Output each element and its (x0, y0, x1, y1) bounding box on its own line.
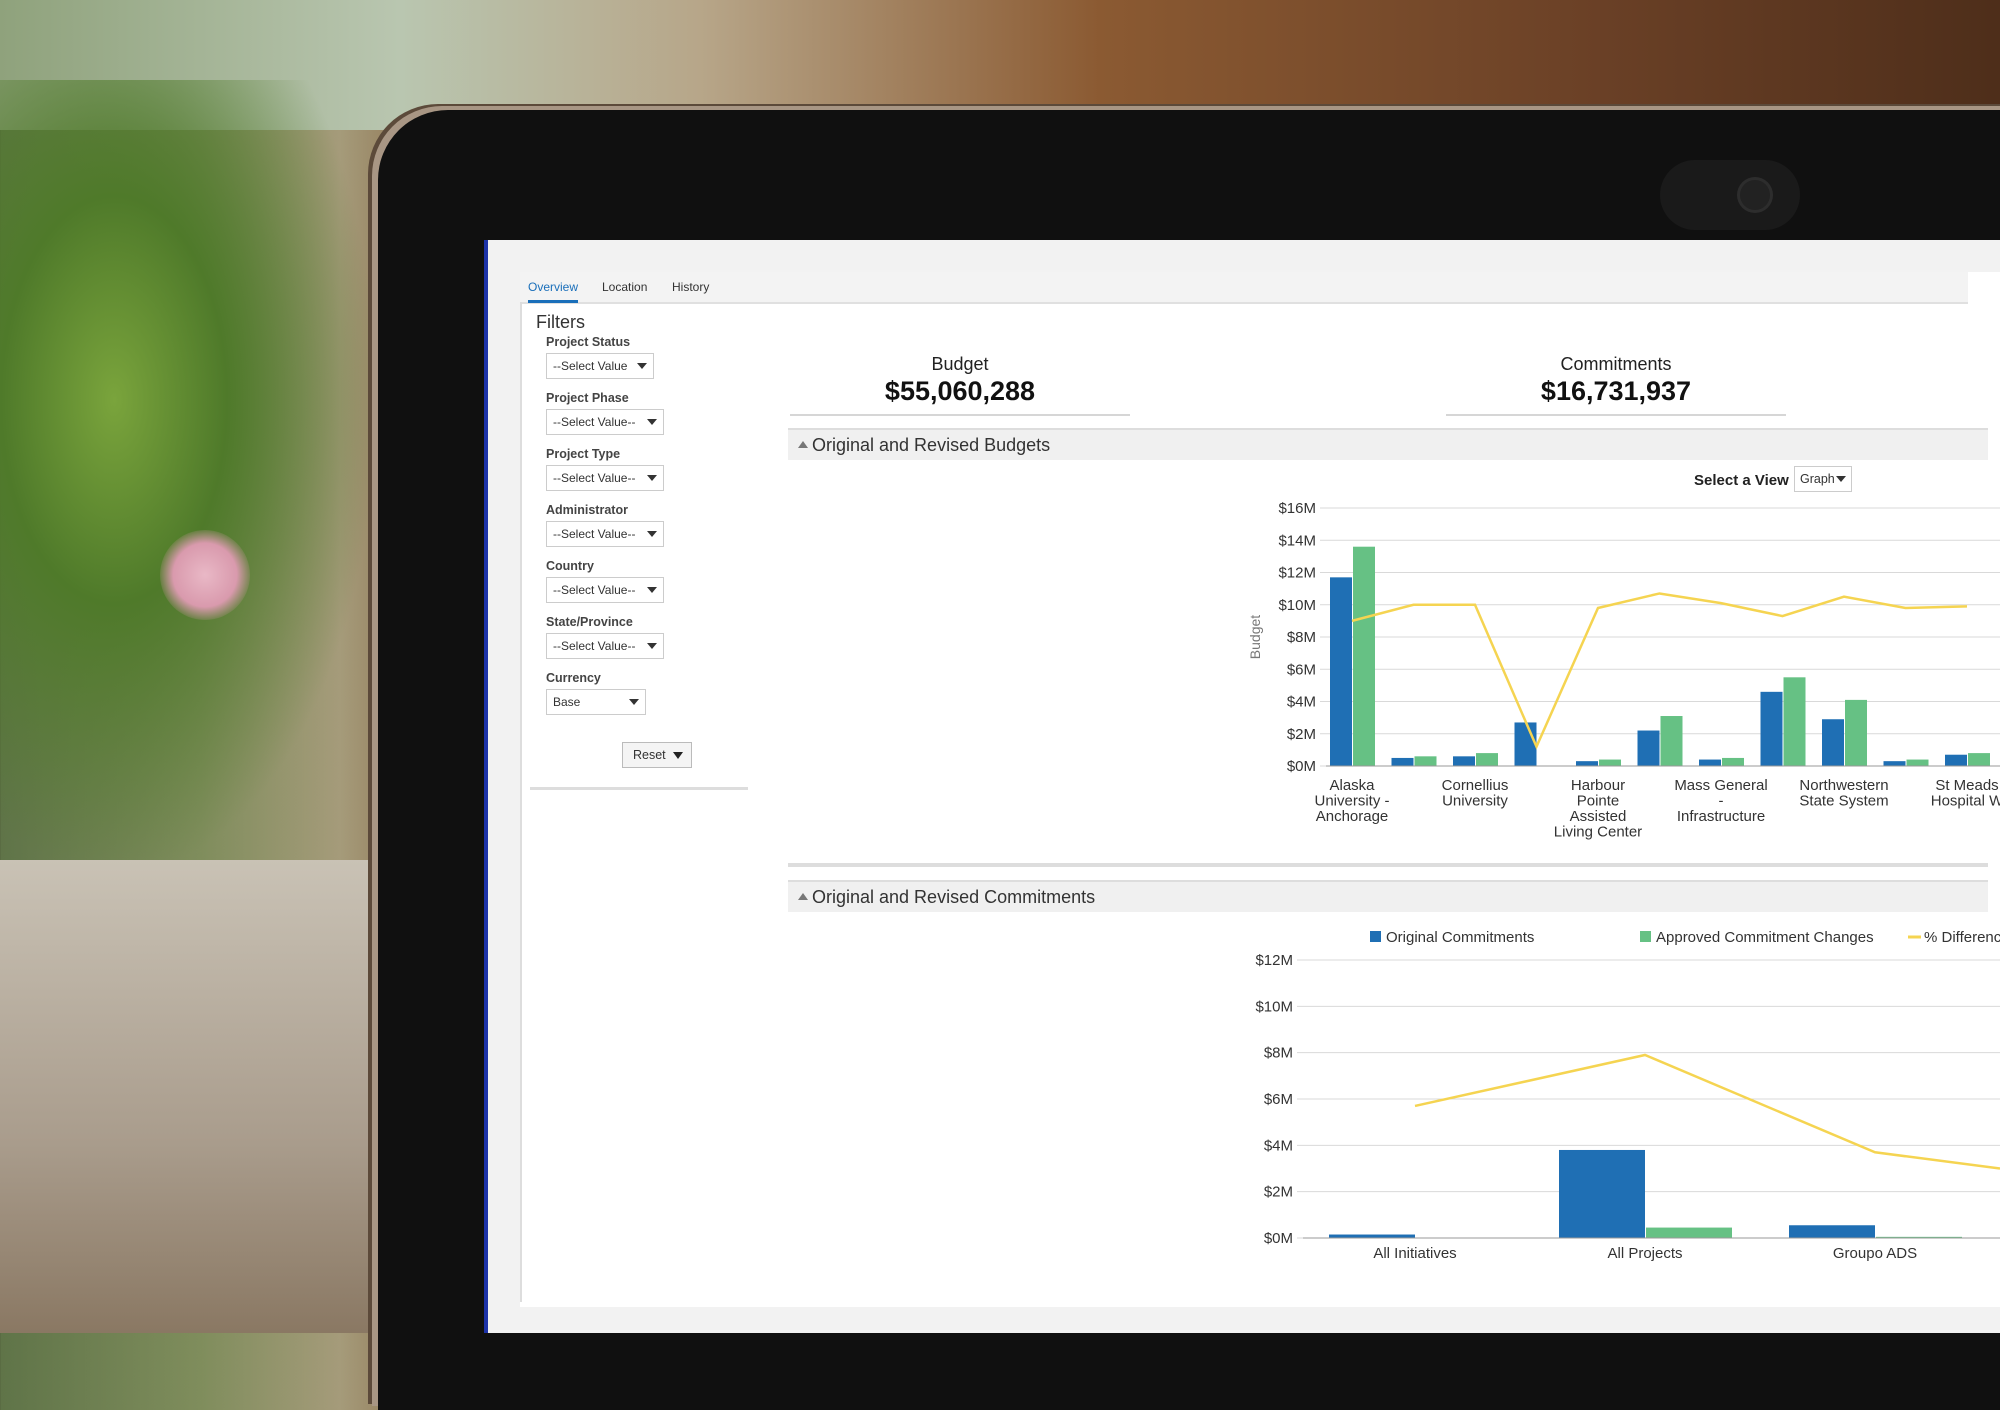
commitments-chart: $0M $2M $4M $6M $8M $10M $12M Original Commitme… (1255, 929, 2000, 1262)
background-pot (0, 860, 390, 1333)
y-tick-label: $12M (1255, 952, 1293, 969)
bar-original-commitments (1559, 1149, 1645, 1238)
y-tick-label: $2M (1264, 1184, 1293, 1201)
legend-label: % Differenc (1924, 929, 2000, 946)
legend-label: Approved Commitment Changes (1656, 929, 1874, 946)
x-tick-label: All Projects (1607, 1245, 1682, 1262)
x-tick-label: All Initiatives (1373, 1245, 1456, 1262)
legend-swatch (1640, 931, 1651, 942)
y-tick-label: $10M (1255, 998, 1293, 1015)
y-tick-label: $6M (1264, 1091, 1293, 1108)
bar-original-commitments (1329, 1234, 1415, 1238)
x-tick-label: Groupo ADS (1833, 1245, 1917, 1262)
legend-label: Original Commitments (1386, 929, 1534, 946)
webcam-cover (1660, 160, 1800, 230)
screen: Overview Location History Filters Projec… (488, 240, 2000, 1333)
difference-line (1414, 1053, 2000, 1170)
background-plant (0, 80, 380, 880)
bar-approved-changes (1646, 1227, 1732, 1238)
bar-original-commitments (1789, 1225, 1875, 1238)
y-tick-label: $4M (1264, 1137, 1293, 1154)
legend-swatch (1370, 931, 1381, 942)
background-flower (160, 530, 250, 620)
webcam-lens-icon (1740, 180, 1770, 210)
y-tick-label: $0M (1264, 1230, 1293, 1247)
y-tick-label: $8M (1264, 1045, 1293, 1062)
